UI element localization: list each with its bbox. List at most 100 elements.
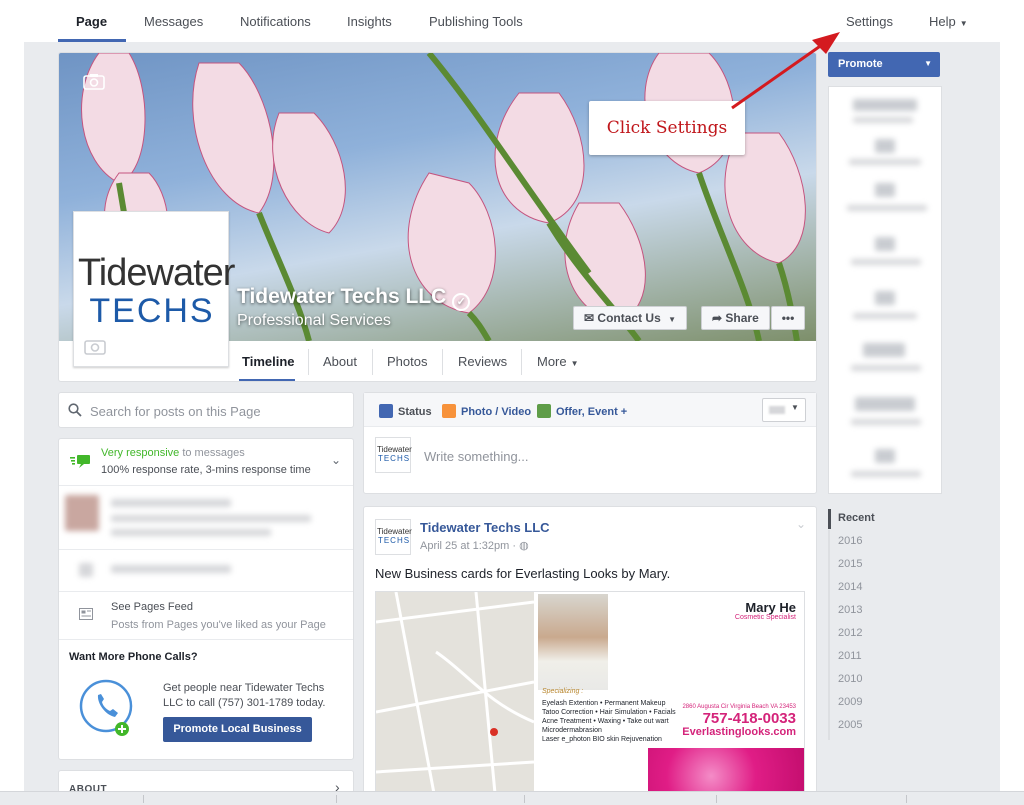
blurred-stat <box>855 397 915 411</box>
tab-publishing-tools[interactable]: Publishing Tools <box>429 14 523 29</box>
tab-messages[interactable]: Messages <box>144 14 203 29</box>
card-service-line: Laser e_photon BIO skin Rejuvenation <box>542 736 662 743</box>
year-nav-item[interactable]: 2010 <box>838 673 862 685</box>
post-text: New Business cards for Everlasting Looks… <box>375 566 671 581</box>
pages-feed-link[interactable]: See Pages Feed <box>111 601 193 613</box>
blurred-text <box>111 529 271 536</box>
bar-divider <box>716 795 717 803</box>
caret-down-icon: ▼ <box>924 59 932 68</box>
phone-calls-title: Want More Phone Calls? <box>69 651 198 663</box>
tab-insights[interactable]: Insights <box>347 14 392 29</box>
blurred-text <box>111 499 231 507</box>
card-specializing-label: Specializing : <box>542 688 584 695</box>
tab-reviews[interactable]: Reviews <box>458 354 507 369</box>
page-category: Professional Services <box>237 312 391 329</box>
year-nav-item[interactable]: 2015 <box>838 558 862 570</box>
phone-calls-description: Get people near Tidewater Techs LLC to c… <box>163 682 326 709</box>
more-options-button[interactable]: ••• <box>771 306 805 330</box>
verified-check-icon: ✓ <box>452 293 471 311</box>
post-image[interactable]: Mary He Cosmetic Specialist Specializing… <box>375 591 805 801</box>
tab-divider <box>442 349 443 375</box>
camera-icon[interactable] <box>83 73 105 95</box>
post-author-link[interactable]: Tidewater Techs LLC <box>420 520 550 535</box>
pencil-icon <box>379 404 393 418</box>
composer-tabs: Status Photo / Video Offer, Event + ▼ <box>364 393 816 427</box>
blurred-stat <box>875 183 895 197</box>
tab-page[interactable]: Page <box>76 14 107 29</box>
tab-about[interactable]: About <box>323 354 357 369</box>
share-arrow-icon: ➦ <box>712 311 723 325</box>
blurred-text <box>851 259 921 265</box>
card-service-line: Acne Treatment • Waxing • Take out wart <box>542 718 669 725</box>
page-post-search[interactable]: Search for posts on this Page <box>58 392 354 428</box>
recent-indicator <box>828 509 831 529</box>
caret-down-icon: ▼ <box>791 403 799 412</box>
page-top-nav: Page Messages Notifications Insights Pub… <box>0 0 1024 42</box>
share-label: Share <box>725 311 759 325</box>
tab-divider <box>308 349 309 375</box>
year-nav-item[interactable]: 2014 <box>838 581 862 593</box>
post-author-avatar[interactable]: Tidewater TECHS <box>375 519 412 555</box>
year-nav-item[interactable]: 2011 <box>838 650 862 662</box>
logo-text-bottom: TECHS <box>89 292 215 330</box>
write-something-input[interactable]: Write something... <box>424 449 529 464</box>
map-roads <box>376 592 535 801</box>
year-nav-item[interactable]: 2012 <box>838 627 862 639</box>
card-title: Cosmetic Specialist <box>734 614 796 621</box>
tab-photos[interactable]: Photos <box>387 354 427 369</box>
avatar-logo-bottom: TECHS <box>377 536 411 545</box>
page-header-card: Click Settings Tidewater Techs LLC ✓ Prof… <box>58 52 817 382</box>
caret-down-icon: ▼ <box>959 19 968 28</box>
promote-button[interactable]: Promote ▼ <box>828 52 940 77</box>
card-website: Everlastinglooks.com <box>682 726 796 738</box>
blurred-stat <box>863 343 905 357</box>
tab-timeline[interactable]: Timeline <box>242 354 295 369</box>
contact-us-button[interactable]: ✉ Contact Us ▼ <box>573 306 688 330</box>
bar-divider <box>336 795 337 803</box>
profile-picture[interactable]: Tidewater TECHS <box>73 211 235 367</box>
left-sidebar-card: Very responsive to messages 100% respons… <box>58 438 354 760</box>
news-feed-icon <box>79 607 93 625</box>
year-nav-recent[interactable]: Recent <box>838 512 875 524</box>
search-icon <box>68 403 82 422</box>
status-tab[interactable]: Status <box>379 404 432 418</box>
page-stats-panel <box>828 86 942 494</box>
blurred-text <box>851 419 921 425</box>
tab-more[interactable]: More ▼ <box>537 354 579 369</box>
post-timestamp[interactable]: April 25 at 1:32pm · ◍ <box>420 539 529 552</box>
timeline-post: Tidewater TECHS Tidewater Techs LLC Apri… <box>363 506 817 802</box>
active-tab-indicator <box>239 379 295 381</box>
settings-link[interactable]: Settings <box>846 14 893 29</box>
photo-video-tab[interactable]: Photo / Video <box>442 404 531 418</box>
tab-notifications[interactable]: Notifications <box>240 14 311 29</box>
blurred-avatar <box>65 495 99 531</box>
camera-icon[interactable] <box>84 338 106 360</box>
share-button[interactable]: ➦ Share <box>701 306 770 330</box>
contact-us-label: Contact Us <box>597 311 661 325</box>
blurred-icon <box>79 563 93 577</box>
business-card: Mary He Cosmetic Specialist Specializing… <box>536 592 804 801</box>
responsiveness-label: Very responsive <box>101 447 180 459</box>
blurred-text <box>853 313 917 319</box>
chevron-down-icon[interactable]: ⌄ <box>331 453 341 467</box>
blurred-text <box>849 159 921 165</box>
blurred-text <box>111 565 231 573</box>
offer-event-tab[interactable]: Offer, Event + <box>537 404 627 418</box>
divider <box>59 591 353 592</box>
help-menu[interactable]: Help ▼ <box>929 14 968 29</box>
year-nav-line <box>828 530 830 740</box>
year-nav-item[interactable]: 2013 <box>838 604 862 616</box>
card-name: Mary He <box>745 600 796 615</box>
year-nav-item[interactable]: 2005 <box>838 719 862 731</box>
year-nav-item[interactable]: 2016 <box>838 535 862 547</box>
message-bubble-icon <box>69 453 91 474</box>
promote-local-business-button[interactable]: Promote Local Business <box>163 717 312 742</box>
audience-selector[interactable]: ▼ <box>762 398 806 422</box>
card-phone: 757-418-0033 <box>702 710 796 727</box>
avatar-logo-bottom: TECHS <box>377 454 411 463</box>
year-nav-item[interactable]: 2009 <box>838 696 862 708</box>
chevron-down-icon[interactable]: ⌄ <box>796 517 806 531</box>
divider <box>59 639 353 640</box>
caret-down-icon: ▼ <box>570 359 579 368</box>
globe-icon: ◍ <box>519 540 529 552</box>
